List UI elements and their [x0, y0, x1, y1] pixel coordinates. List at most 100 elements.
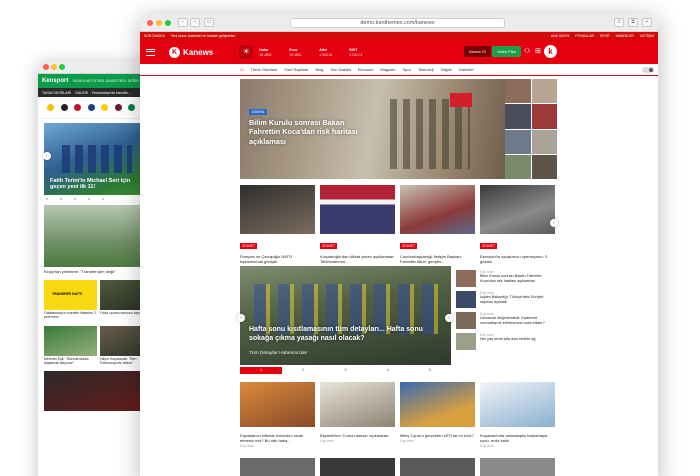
video-button[interactable]: Video Film	[492, 46, 521, 57]
featured-subtitle[interactable]: Tüm Detaylar Haberimizde!	[249, 351, 307, 356]
sun-icon[interactable]: ☀	[239, 45, 254, 59]
maximize-dot-icon[interactable]	[59, 64, 65, 70]
news-card[interactable]: SİYASET Pompeo ve Çavuşoğlu NATO toplant…	[240, 185, 315, 264]
grid-card-title[interactable]: Kuşadası'nda vatandaşlar kısıtlamaya uyd…	[480, 433, 555, 443]
sport-tile[interactable]: Mehmet Eşit: "Sezona iddialı başlamak is…	[44, 325, 97, 369]
featured-slide[interactable]: Hafta sonu kısıtlamasının tüm detayları.…	[240, 266, 451, 365]
back-arrow-icon[interactable]: ‹	[178, 18, 188, 27]
news-card-title[interactable]: Esenyurt'ta uyuşturucu operasyonu: 3 göz…	[480, 254, 555, 264]
sport-secondary-image[interactable]	[44, 205, 152, 267]
grid-card-image[interactable]	[480, 382, 555, 427]
sport-tile[interactable]: TRANSFER HATTI Galatasaray'ın transfer l…	[44, 280, 97, 323]
sidebar-thumb[interactable]	[456, 333, 476, 350]
sport-nav[interactable]: YAZARLAR FUTBOL BASKETBOL DİĞER	[72, 79, 139, 83]
sidebar-title[interactable]: İçişleri Bakanlığı, Türkiye'deki Suriyel…	[480, 295, 556, 305]
top-link[interactable]: SPOR	[600, 34, 610, 38]
sport-subbar-item[interactable]: TAKIM SKORLARI	[42, 91, 71, 95]
news-card-title[interactable]: Pompeo ve Çavuşoğlu NATO toplantısında g…	[240, 254, 315, 264]
grid-card[interactable]: Kuşadası'nda vatandaşlar kısıtlamaya uyd…	[480, 382, 555, 448]
team-logo-icon[interactable]	[74, 104, 82, 111]
grid-card[interactable]: Miley Cyrus'u gerçekten UFO'lar mı kırık…	[400, 382, 475, 448]
sidebar-item[interactable]: 8 ay önce İçişleri Bakanlığı, Türkiye'dek…	[456, 291, 556, 308]
grid-card-image[interactable]	[480, 458, 555, 476]
slider-dot[interactable]	[102, 198, 104, 200]
sidebar-thumb[interactable]	[456, 270, 476, 287]
team-logo-icon[interactable]	[47, 104, 55, 111]
sidebar-item[interactable]: 8 ay önce Her yaş bizim şifa dolu birlikt…	[456, 333, 556, 350]
sidebar-item[interactable]: 8 ay önce Uzmanlar değerlendirdi: Kademel…	[456, 312, 556, 329]
grid-card-title[interactable]: Faydalanıcı bilisiniz evinizden olcak et…	[240, 433, 315, 443]
minimize-dot-icon[interactable]	[51, 64, 57, 70]
sidebar-thumb[interactable]	[456, 291, 476, 308]
grid-card-image[interactable]	[400, 458, 475, 476]
dark-mode-toggle[interactable]	[642, 67, 654, 73]
apps-grid-icon[interactable]: ⊞	[535, 47, 541, 56]
breaking-ticker[interactable]: Yeni sezon haberleri ve transfer gelişme…	[171, 34, 236, 38]
hero-slide[interactable]: DÜNYA Bilim Kurulu sonrası Bakan Fahrett…	[240, 79, 505, 179]
top-link[interactable]: HABERLER	[616, 34, 634, 38]
close-dot-icon[interactable]	[147, 20, 153, 26]
sport-tile-caption[interactable]: Mehmet Eşit: "Sezona iddialı başlamak is…	[44, 356, 97, 369]
sport-subbar-item[interactable]: Fenerbahçe'de transfer...	[92, 91, 131, 95]
hero-category-badge[interactable]: DÜNYA	[249, 109, 268, 115]
nav-item[interactable]: Spor	[403, 67, 411, 72]
share-icon[interactable]: ⇪	[614, 18, 624, 27]
market-ticker[interactable]: Euro 19,4821	[289, 48, 313, 57]
hero-thumb[interactable]	[505, 154, 531, 179]
team-logo-icon[interactable]	[114, 104, 122, 111]
news-card[interactable]: SİYASET Kılıçdaroğlu'dan dikkat çeken aç…	[320, 185, 395, 264]
top-link[interactable]: PİYASALAR	[575, 34, 594, 38]
home-icon[interactable]: ⌂	[240, 67, 244, 73]
team-logo-icon[interactable]	[60, 104, 68, 111]
team-logo-icon[interactable]	[87, 104, 95, 111]
market-ticker[interactable]: Altın 1.060,01	[319, 48, 343, 57]
minimize-dot-icon[interactable]	[156, 20, 162, 26]
news-card-title[interactable]: Cumhurbaşkanlığı İletişim Başkanı Fahret…	[400, 254, 475, 264]
hero-thumb[interactable]	[505, 79, 531, 104]
sidebar-title[interactable]: Her yaş bizim şifa dolu birlikte ağ	[480, 337, 536, 342]
hero-title[interactable]: Bilim Kurulu sonrası Bakan Fahrettin Koc…	[249, 118, 374, 146]
team-logo-icon[interactable]	[101, 104, 109, 111]
nav-item[interactable]: Özel Sayfalar	[284, 67, 308, 72]
slider-dot[interactable]	[88, 198, 90, 200]
close-dot-icon[interactable]	[43, 64, 49, 70]
profile-badge[interactable]: k	[544, 45, 557, 58]
news-card-title[interactable]: Kılıçdaroğlu'dan dikkat çeken açıklamala…	[320, 254, 395, 264]
hero-thumb[interactable]	[531, 104, 557, 129]
grid-card-title[interactable]: Ekyanet'ten 'Cuma namazı' açıklaması	[320, 433, 395, 438]
site-logo[interactable]: Kanews	[183, 48, 213, 57]
category-badge[interactable]: SİYASET	[480, 243, 498, 249]
nav-item[interactable]: Galeriler	[459, 67, 474, 72]
nav-item[interactable]: Teknoloji	[418, 67, 434, 72]
news-card-image[interactable]	[320, 185, 395, 234]
grid-card-image[interactable]	[400, 382, 475, 427]
slider-dot[interactable]	[46, 198, 48, 200]
next-arrow-icon[interactable]: ›	[550, 219, 558, 227]
address-bar[interactable]: demo.kanthemes.com/kanews	[290, 18, 505, 28]
sport-tile-caption[interactable]: Galatasaray'ın transfer listesine 2 yeni…	[44, 310, 97, 323]
category-badge[interactable]: SİYASET	[400, 243, 418, 249]
sport-hero-image[interactable]: Fatih Terim'in Michael Seri için geçen y…	[44, 123, 152, 195]
hero-thumb[interactable]	[531, 79, 557, 104]
sidebar-title[interactable]: Bilim Kurulu sonrası Bakan Fahrettin Koc…	[480, 274, 556, 284]
slider-prev-icon[interactable]: ‹	[43, 152, 51, 160]
nav-item[interactable]: Son Dakika	[330, 67, 350, 72]
sidebar-toggle-icon[interactable]: ▭	[204, 18, 214, 27]
market-ticker[interactable]: BIST 3.284,74	[349, 48, 373, 57]
nav-item[interactable]: Magazin	[380, 67, 395, 72]
news-card-image[interactable]	[240, 185, 315, 234]
news-card[interactable]: SİYASET Cumhurbaşkanlığı İletişim Başkan…	[400, 185, 475, 264]
grid-card-image[interactable]	[320, 458, 395, 476]
grid-card[interactable]: Faydalanıcı bilisiniz evinizden olcak et…	[240, 382, 315, 448]
featured-title[interactable]: Hafta sonu kısıtlamasının tüm detayları.…	[249, 325, 434, 343]
grid-card[interactable]: Ekyanet'ten 'Cuma namazı' açıklaması 8 a…	[320, 382, 395, 448]
grid-card-image[interactable]	[240, 382, 315, 427]
hero-thumb[interactable]	[505, 104, 531, 129]
nav-item[interactable]: Tüme Gündem	[251, 67, 278, 72]
nav-item[interactable]: Ekonomi	[358, 67, 374, 72]
top-link[interactable]: ANA SAYFA	[551, 34, 569, 38]
hero-thumb[interactable]	[505, 129, 531, 154]
tabs-icon[interactable]: ⧉	[628, 18, 638, 27]
pager-item[interactable]: 2	[282, 367, 324, 374]
pager-item[interactable]: 3	[324, 367, 366, 374]
